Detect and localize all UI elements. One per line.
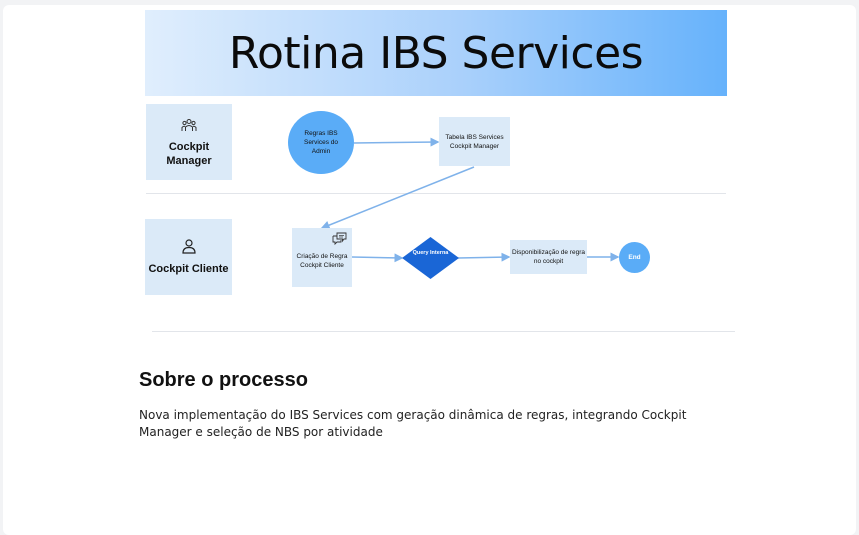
bottom-separator — [152, 331, 735, 332]
node-disponibilizacao-label: Disponibilização de regra no cockpit — [512, 249, 585, 265]
lane-label-manager-line2: Manager — [166, 154, 212, 167]
node-disponibilizacao: Disponibilização de regra no cockpit — [510, 240, 587, 274]
node-query-interna: Query Interna — [402, 237, 459, 279]
title-banner: Rotina IBS Services — [145, 10, 727, 96]
node-criacao-regra-label: Criação de Regra Cockpit Cliente — [296, 252, 348, 269]
lane-cockpit-manager: Cockpit Manager — [146, 104, 232, 180]
node-query-interna-label: Query Interna — [412, 250, 449, 256]
node-regras-admin: Regras IBS Services do Admin — [288, 111, 354, 174]
lane-label-manager-line1: Cockpit — [168, 140, 210, 153]
node-end-label: End — [628, 254, 641, 261]
lane-cockpit-cliente: Cockpit Cliente — [145, 219, 232, 295]
section-description: Nova implementação do IBS Services com g… — [139, 408, 687, 439]
user-icon — [181, 238, 197, 258]
node-regras-admin-label: Regras IBS Services do Admin — [304, 130, 338, 155]
lane-label-cliente: Cockpit Cliente — [148, 263, 229, 275]
section-title: Sobre o processo — [139, 369, 308, 391]
node-tabela-manager-label: Tabela IBS Services Cockpit Manager — [445, 133, 504, 150]
chat-bubbles-icon — [332, 230, 347, 249]
lane-separator — [146, 193, 726, 194]
people-group-icon — [181, 117, 197, 136]
node-end: End — [619, 242, 650, 273]
node-tabela-manager: Tabela IBS Services Cockpit Manager — [439, 117, 510, 166]
page-title: Rotina IBS Services — [228, 28, 644, 79]
